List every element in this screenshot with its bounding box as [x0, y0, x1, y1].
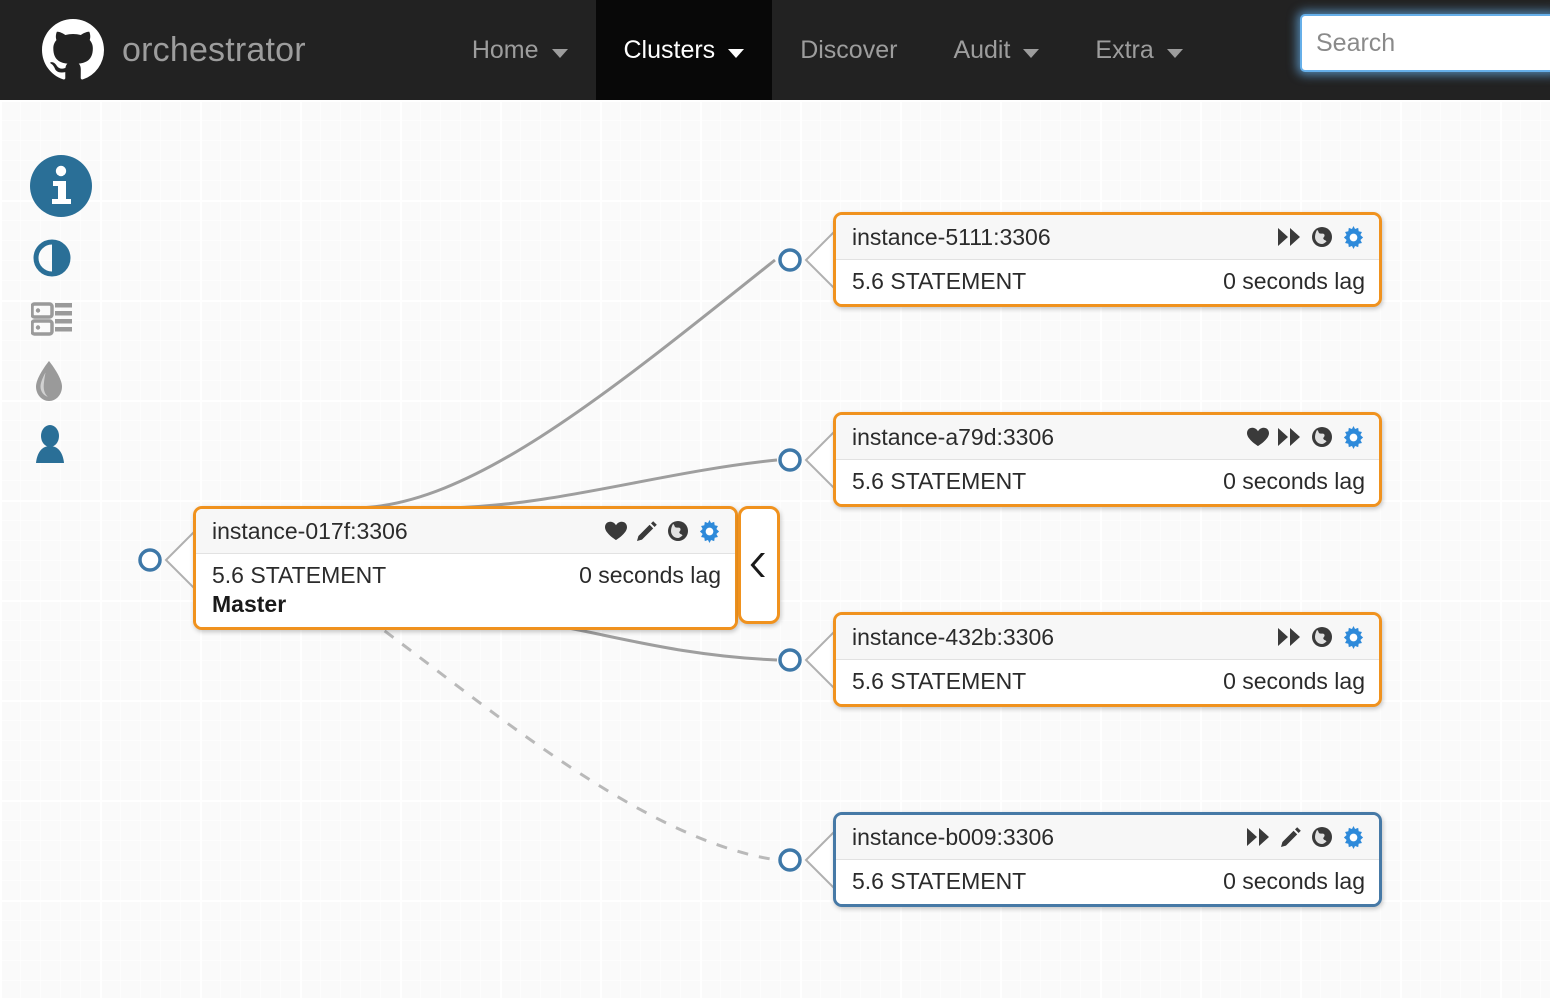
- nav-item-label: Clusters: [623, 35, 716, 64]
- nav-item-label: Extra: [1095, 35, 1154, 64]
- node-title: instance-b009:3306: [852, 823, 1055, 850]
- notch-b009: [804, 827, 837, 893]
- edge-master-to-b009: [366, 616, 778, 862]
- brand-link[interactable]: orchestrator: [0, 0, 334, 100]
- node-header: instance-017f:3306: [196, 509, 735, 554]
- connector-ring-master: [138, 548, 162, 572]
- connector-ring-b009: [778, 848, 802, 872]
- nav-item-clusters[interactable]: Clusters: [595, 0, 773, 100]
- user-icon[interactable]: [33, 425, 104, 470]
- globe-icon[interactable]: [1311, 626, 1333, 648]
- node-title: instance-017f:3306: [212, 517, 408, 544]
- connector-ring-432b: [778, 648, 802, 672]
- chevron-down-icon: [1023, 48, 1040, 58]
- node-version: 5.6 STATEMENT: [852, 268, 1027, 294]
- globe-icon[interactable]: [1311, 826, 1333, 848]
- globe-icon[interactable]: [667, 520, 689, 542]
- node-header: instance-5111:3306: [836, 215, 1379, 260]
- github-octocat-icon: [42, 19, 104, 81]
- topology-canvas: instance-5111:3306 5.6 STATEMENT 0 secon…: [0, 100, 1550, 998]
- edge-master-to-a79d: [449, 458, 778, 510]
- info-icon[interactable]: [30, 155, 104, 222]
- node-action-icons: [605, 519, 721, 543]
- notch-master: [164, 527, 197, 593]
- pencil-icon[interactable]: [1280, 826, 1302, 848]
- topology-node-b009[interactable]: instance-b009:3306 5.6 STATEMENT 0 secon…: [833, 812, 1382, 907]
- node-title: instance-432b:3306: [852, 623, 1055, 650]
- tint-icon[interactable]: [34, 360, 104, 407]
- search-input[interactable]: [1300, 14, 1550, 72]
- node-version: 5.6 STATEMENT: [852, 668, 1027, 694]
- node-lag: 0 seconds lag: [1223, 668, 1365, 694]
- nav-item-audit[interactable]: Audit: [925, 0, 1067, 100]
- node-body: 5.6 STATEMENT 0 seconds lag: [836, 660, 1379, 704]
- node-lag: 0 seconds lag: [579, 562, 721, 588]
- node-body: 5.6 STATEMENT 0 seconds lag: [836, 860, 1379, 904]
- heart-icon[interactable]: [1247, 427, 1269, 447]
- gear-icon[interactable]: [1342, 625, 1365, 649]
- node-body: 5.6 STATEMENT 0 seconds lag: [836, 260, 1379, 304]
- chevron-down-icon: [551, 48, 568, 58]
- notch-432b: [804, 627, 837, 693]
- node-title: instance-5111:3306: [852, 223, 1051, 250]
- fast-forward-icon[interactable]: [1247, 827, 1271, 847]
- edge-master-to-5111: [356, 258, 776, 510]
- gear-icon[interactable]: [698, 519, 721, 543]
- notch-5111: [804, 227, 837, 293]
- chevron-down-icon: [1166, 48, 1183, 58]
- node-body: 5.6 STATEMENT Master 0 seconds lag: [196, 554, 735, 627]
- connector-ring-a79d: [778, 448, 802, 472]
- node-header: instance-432b:3306: [836, 615, 1379, 660]
- fast-forward-icon[interactable]: [1278, 427, 1302, 447]
- node-version: 5.6 STATEMENT: [212, 562, 387, 588]
- topology-node-5111[interactable]: instance-5111:3306 5.6 STATEMENT 0 secon…: [833, 212, 1382, 307]
- gear-icon[interactable]: [1342, 425, 1365, 449]
- nav-item-label: Discover: [800, 35, 898, 64]
- node-version: 5.6 STATEMENT: [852, 868, 1027, 894]
- notch-a79d: [804, 427, 837, 493]
- nav-item-extra[interactable]: Extra: [1067, 0, 1210, 100]
- chevron-left-icon: [750, 553, 765, 577]
- nav-item-label: Home: [471, 35, 539, 64]
- fast-forward-icon[interactable]: [1278, 627, 1302, 647]
- search-container: [1300, 14, 1550, 72]
- collapse-subtree-button[interactable]: [738, 506, 780, 624]
- server-icon[interactable]: [30, 301, 104, 342]
- fast-forward-icon[interactable]: [1278, 227, 1302, 247]
- nav-item-discover[interactable]: Discover: [772, 0, 925, 100]
- gear-icon[interactable]: [1342, 225, 1365, 249]
- pencil-icon[interactable]: [636, 520, 658, 542]
- topology-node-master[interactable]: instance-017f:3306 5.6 STATEMENT Master …: [193, 506, 738, 630]
- node-title: instance-a79d:3306: [852, 423, 1055, 450]
- globe-icon[interactable]: [1311, 426, 1333, 448]
- heart-icon[interactable]: [605, 521, 627, 541]
- canvas-sidebar: [30, 155, 104, 486]
- node-action-icons: [1247, 825, 1365, 849]
- top-navbar: orchestrator Home Clusters Discover Audi…: [0, 0, 1550, 100]
- node-lag: 0 seconds lag: [1223, 268, 1365, 294]
- node-action-icons: [1278, 225, 1365, 249]
- brand-title: orchestrator: [122, 30, 306, 69]
- node-header: instance-b009:3306: [836, 815, 1379, 860]
- nav-item-label: Audit: [953, 35, 1011, 64]
- node-version: 5.6 STATEMENT: [852, 468, 1027, 494]
- chevron-down-icon: [728, 48, 745, 58]
- topology-node-a79d[interactable]: instance-a79d:3306 5.6 STATEMENT 0 secon…: [833, 412, 1382, 507]
- node-role: Master: [212, 591, 287, 617]
- topology-node-432b[interactable]: instance-432b:3306 5.6 STATEMENT 0 secon…: [833, 612, 1382, 707]
- node-lag: 0 seconds lag: [1223, 868, 1365, 894]
- gear-icon[interactable]: [1342, 825, 1365, 849]
- adjust-icon[interactable]: [32, 238, 104, 283]
- node-action-icons: [1278, 625, 1365, 649]
- node-action-icons: [1247, 425, 1365, 449]
- nav-menu: Home Clusters Discover Audit Extra: [444, 0, 1211, 100]
- node-lag: 0 seconds lag: [1223, 468, 1365, 494]
- connector-ring-5111: [778, 248, 802, 272]
- nav-item-home[interactable]: Home: [444, 0, 596, 100]
- globe-icon[interactable]: [1311, 226, 1333, 248]
- node-body: 5.6 STATEMENT 0 seconds lag: [836, 460, 1379, 504]
- node-header: instance-a79d:3306: [836, 415, 1379, 460]
